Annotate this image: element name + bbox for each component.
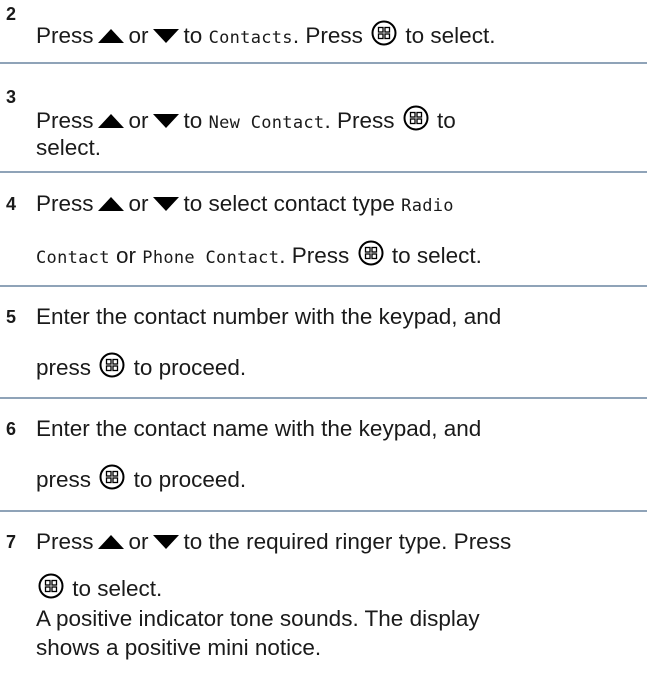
step-number: 5 xyxy=(6,307,17,327)
menu-ok-button-icon xyxy=(358,240,384,266)
menu-item-name: New Contact xyxy=(208,113,325,133)
step-number: 3 xyxy=(6,87,17,107)
down-arrow-icon xyxy=(152,196,180,212)
down-arrow-icon xyxy=(152,113,180,129)
step-number: 7 xyxy=(6,532,17,552)
step-3: 3 Press or to New Contact. Press to select… xyxy=(0,64,647,173)
step-text: Press or to the required ringer type. Pres… xyxy=(36,529,512,554)
step-result-text: shows a positive mini notice. xyxy=(36,635,322,660)
menu-ok-button-icon xyxy=(99,464,125,490)
up-arrow-icon xyxy=(97,534,125,550)
up-arrow-icon xyxy=(97,196,125,212)
menu-ok-button-icon xyxy=(371,20,397,46)
step-text: Press or to Contacts. Press to select. xyxy=(36,20,643,52)
step-6: 6 Enter the contact name with the keypad… xyxy=(0,399,647,512)
step-4: 4 Press or to select contact type Radio Co… xyxy=(0,173,647,287)
step-7: 7 Press or to the required ringer type. Pr… xyxy=(0,512,647,676)
down-arrow-icon xyxy=(152,28,180,44)
menu-item-name: Contact xyxy=(36,248,110,268)
up-arrow-icon xyxy=(97,28,125,44)
step-number: 4 xyxy=(6,194,17,214)
up-arrow-icon xyxy=(97,113,125,129)
step-text-continued: press to proceed. xyxy=(36,464,643,494)
procedure-steps: 2 Press or to Contacts. Press to select. 3… xyxy=(0,0,647,676)
step-text: Press or to New Contact. Press to xyxy=(36,105,643,137)
step-text: Enter the contact number with the keypad… xyxy=(36,304,502,329)
step-text-continued: Contact or Phone Contact. Press to selec… xyxy=(36,240,643,272)
menu-ok-button-icon xyxy=(99,352,125,378)
step-text: Enter the contact name with the keypad, … xyxy=(36,416,482,441)
step-5: 5 Enter the contact number with the keyp… xyxy=(0,287,647,399)
down-arrow-icon xyxy=(152,534,180,550)
menu-ok-button-icon xyxy=(38,573,64,599)
step-text-continued: to select. xyxy=(36,573,643,603)
step-number: 2 xyxy=(6,4,17,24)
step-2: 2 Press or to Contacts. Press to select. xyxy=(0,0,647,64)
menu-ok-button-icon xyxy=(403,105,429,131)
step-text-continued: select. xyxy=(36,135,102,160)
step-result-text: A positive indicator tone sounds. The di… xyxy=(36,606,480,631)
menu-item-name: Phone Contact xyxy=(142,248,280,268)
step-text-continued: press to proceed. xyxy=(36,352,643,382)
step-text: Press or to select contact type Radio xyxy=(36,191,454,216)
menu-item-name: Radio xyxy=(401,196,454,216)
step-number: 6 xyxy=(6,419,17,439)
menu-item-name: Contacts xyxy=(208,28,293,48)
